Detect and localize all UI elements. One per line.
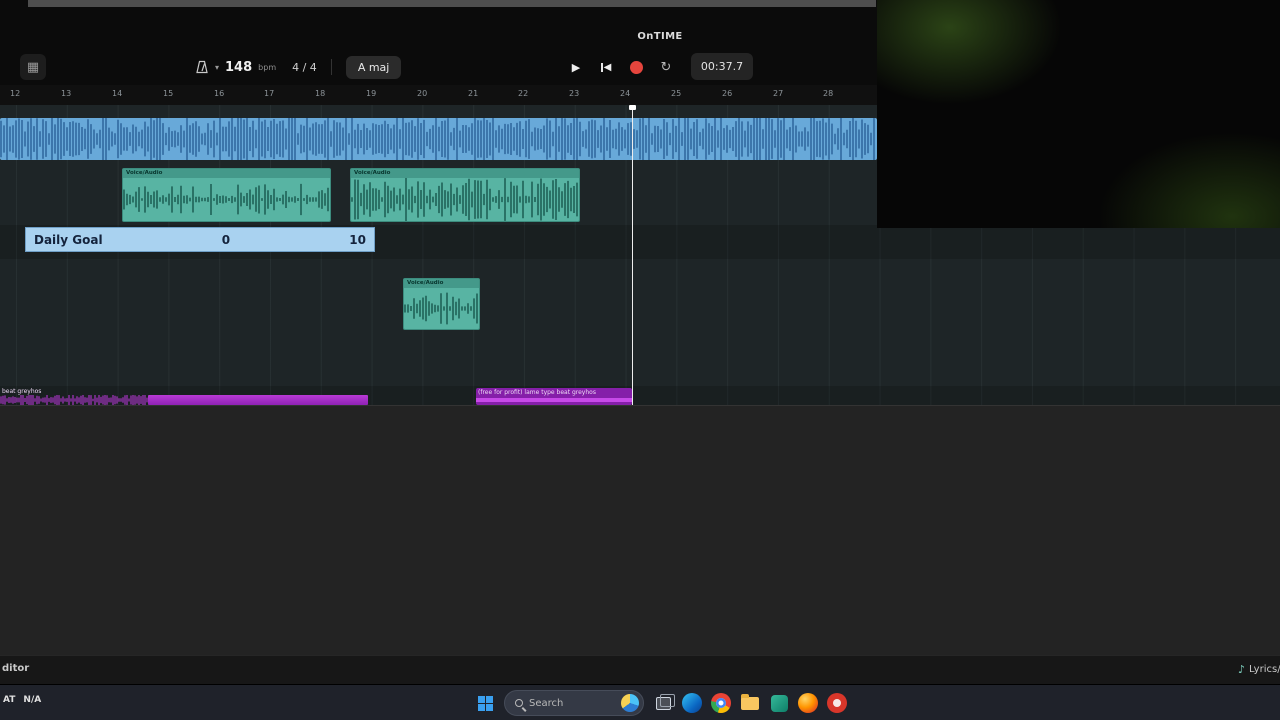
windows-logo-icon: [477, 695, 493, 711]
tempo-group: ▾ 148 bpm 4 / 4 A maj: [195, 53, 402, 81]
music-note-icon: ♪: [1238, 663, 1246, 676]
ruler-tick: 26: [722, 89, 733, 98]
window-titlebar: [28, 0, 876, 7]
clip-label: Voice/Audio: [404, 279, 479, 288]
clip-label: (free for profit) lame type beat greyhos: [478, 389, 596, 396]
play-button[interactable]: ▶: [563, 54, 589, 80]
waveform: [0, 118, 877, 160]
clip-label: Voice/Audio: [123, 169, 330, 178]
ruler-tick: 22: [518, 89, 529, 98]
divider: [330, 59, 332, 75]
clip-label: beat greyhos: [2, 388, 42, 395]
firefox-icon: [798, 693, 818, 713]
time-display: 00:37.7: [691, 53, 753, 80]
app-red-icon: [827, 693, 847, 713]
bpm-value[interactable]: 148: [225, 60, 252, 75]
grid-view-button[interactable]: ▦: [20, 54, 46, 80]
chrome-button[interactable]: [708, 690, 734, 716]
record-icon: [629, 60, 643, 74]
clip-body: [476, 398, 632, 402]
start-button[interactable]: [472, 690, 498, 716]
ruler-tick: 12: [10, 89, 21, 98]
lyrics-button[interactable]: ♪ Lyrics/: [1238, 663, 1280, 676]
taskbar-status-text: AT N/A: [3, 695, 42, 705]
clip-body: [148, 395, 368, 405]
edge-icon: [682, 693, 702, 713]
search-placeholder: Search: [529, 697, 564, 709]
ruler-tick: 21: [468, 89, 479, 98]
file-explorer-button[interactable]: [737, 690, 763, 716]
ruler-tick: 19: [366, 89, 377, 98]
daily-goal-start: 0: [221, 232, 231, 247]
task-view-button[interactable]: [650, 690, 676, 716]
ruler-tick: 24: [620, 89, 631, 98]
chrome-icon: [711, 693, 731, 713]
bpm-unit-label: bpm: [258, 62, 277, 72]
audio-clip-beat[interactable]: [0, 118, 877, 160]
voice-audio-clip[interactable]: Voice/Audio: [403, 278, 480, 330]
ruler-tick: 18: [315, 89, 326, 98]
taskbar-search[interactable]: Search: [504, 690, 644, 716]
skip-to-start-button[interactable]: ◀: [593, 54, 619, 80]
beat-clip-left[interactable]: beat greyhos: [0, 388, 368, 405]
daily-goal-end: 10: [349, 232, 366, 247]
windows-taskbar: AT N/A Search: [0, 684, 1280, 720]
search-icon: [515, 699, 523, 707]
daily-goal-label: Daily Goal: [34, 232, 103, 247]
time-signature[interactable]: 4 / 4: [292, 61, 317, 74]
daily-goal-bar[interactable]: Daily Goal 0 10: [25, 227, 375, 252]
edge-button[interactable]: [679, 690, 705, 716]
waveform: [0, 395, 148, 405]
firefox-button[interactable]: [795, 690, 821, 716]
app-red-button[interactable]: [824, 690, 850, 716]
ruler-tick: 28: [823, 89, 834, 98]
store-button[interactable]: [766, 690, 792, 716]
ruler-tick: 27: [773, 89, 784, 98]
skip-bar: [600, 62, 603, 72]
record-button[interactable]: [623, 54, 649, 80]
taskbar-center: Search: [472, 688, 850, 718]
daw-app-window: ▦ ▾ 148 bpm 4 / 4 A maj OnTIME ▶ ◀ ↻ 00:…: [0, 0, 1280, 720]
beat-clip-right[interactable]: (free for profit) lame type beat greyhos: [476, 388, 632, 405]
task-view-icon: [655, 693, 675, 710]
timeline-ruler[interactable]: 12 13 14 15 16 17 18 19 20 21 22 23 24 2…: [0, 85, 877, 105]
playhead[interactable]: [629, 105, 636, 405]
app-label: OnTIME: [637, 31, 683, 42]
ruler-tick: 16: [214, 89, 225, 98]
key-button[interactable]: A maj: [345, 55, 402, 79]
metronome-icon[interactable]: [195, 60, 209, 74]
chevron-down-icon[interactable]: ▾: [215, 63, 219, 72]
editor-label[interactable]: ditor: [2, 663, 29, 674]
video-overlay: [877, 0, 1280, 228]
ruler-tick: 20: [417, 89, 428, 98]
ruler-tick: 25: [671, 89, 682, 98]
lyrics-label: Lyrics/: [1249, 664, 1280, 675]
ruler-tick: 17: [264, 89, 275, 98]
search-highlight-icon: [621, 694, 639, 712]
loop-button[interactable]: ↻: [653, 54, 679, 80]
waveform: [123, 178, 330, 221]
ruler-tick: 14: [112, 89, 123, 98]
store-icon: [770, 694, 788, 712]
waveform: [404, 288, 479, 329]
effects-rack: i DIGI Comp × Attack Release Threshold R…: [0, 405, 1280, 655]
ruler-tick: 23: [569, 89, 580, 98]
ruler-tick: 15: [163, 89, 174, 98]
voice-audio-clip[interactable]: Voice/Audio: [350, 168, 580, 222]
voice-audio-clip[interactable]: Voice/Audio: [122, 168, 331, 222]
statusbar: ditor ♪ Lyrics/: [0, 655, 1280, 684]
clip-label: Voice/Audio: [351, 169, 579, 178]
waveform: [351, 178, 579, 221]
ruler-tick: 13: [61, 89, 72, 98]
folder-icon: [741, 693, 759, 710]
